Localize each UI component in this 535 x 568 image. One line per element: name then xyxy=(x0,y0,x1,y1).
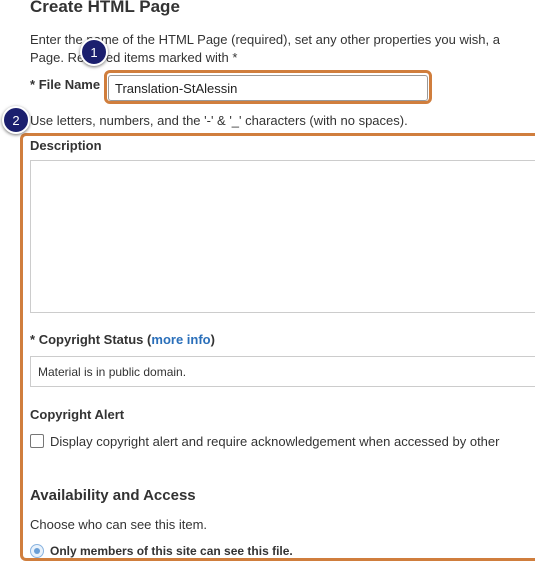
file-name-label: * File Name xyxy=(30,77,100,92)
copyright-status-select[interactable]: Material is in public domain. xyxy=(30,356,535,387)
description-label: Description xyxy=(30,138,102,153)
availability-heading: Availability and Access xyxy=(30,487,196,504)
copyright-alert-checkbox[interactable] xyxy=(30,434,44,448)
page-title: Create HTML Page xyxy=(30,0,180,16)
required-mark: * xyxy=(30,77,36,92)
copyright-status-label: * Copyright Status (more info) xyxy=(30,332,215,347)
create-html-page: Create HTML Page Enter the name of the H… xyxy=(0,0,535,568)
copyright-alert-label: Copyright Alert xyxy=(30,407,125,422)
copyright-status-label-text: Copyright Status xyxy=(38,332,144,347)
copyright-alert-checkbox-label[interactable]: Display copyright alert and require ackn… xyxy=(50,434,499,449)
callout-badge-1: 1 xyxy=(80,38,108,66)
callout-badge-2: 2 xyxy=(2,106,30,134)
close-paren: ) xyxy=(210,332,215,347)
required-mark: * xyxy=(30,332,36,347)
radio-selected-dot xyxy=(34,548,40,554)
intro-text-line2: Page. Required items marked with * xyxy=(30,50,238,65)
site-members-radio-label[interactable]: Only members of this site can see this f… xyxy=(50,544,293,558)
description-textarea[interactable] xyxy=(30,160,535,313)
availability-subtitle: Choose who can see this item. xyxy=(30,517,208,532)
file-name-hint: Use letters, numbers, and the '-' & '_' … xyxy=(30,113,408,128)
more-info-link[interactable]: more info xyxy=(151,332,210,347)
callout-highlight-1 xyxy=(104,70,432,104)
site-members-radio[interactable] xyxy=(30,544,44,558)
file-name-label-text: File Name xyxy=(38,77,101,92)
